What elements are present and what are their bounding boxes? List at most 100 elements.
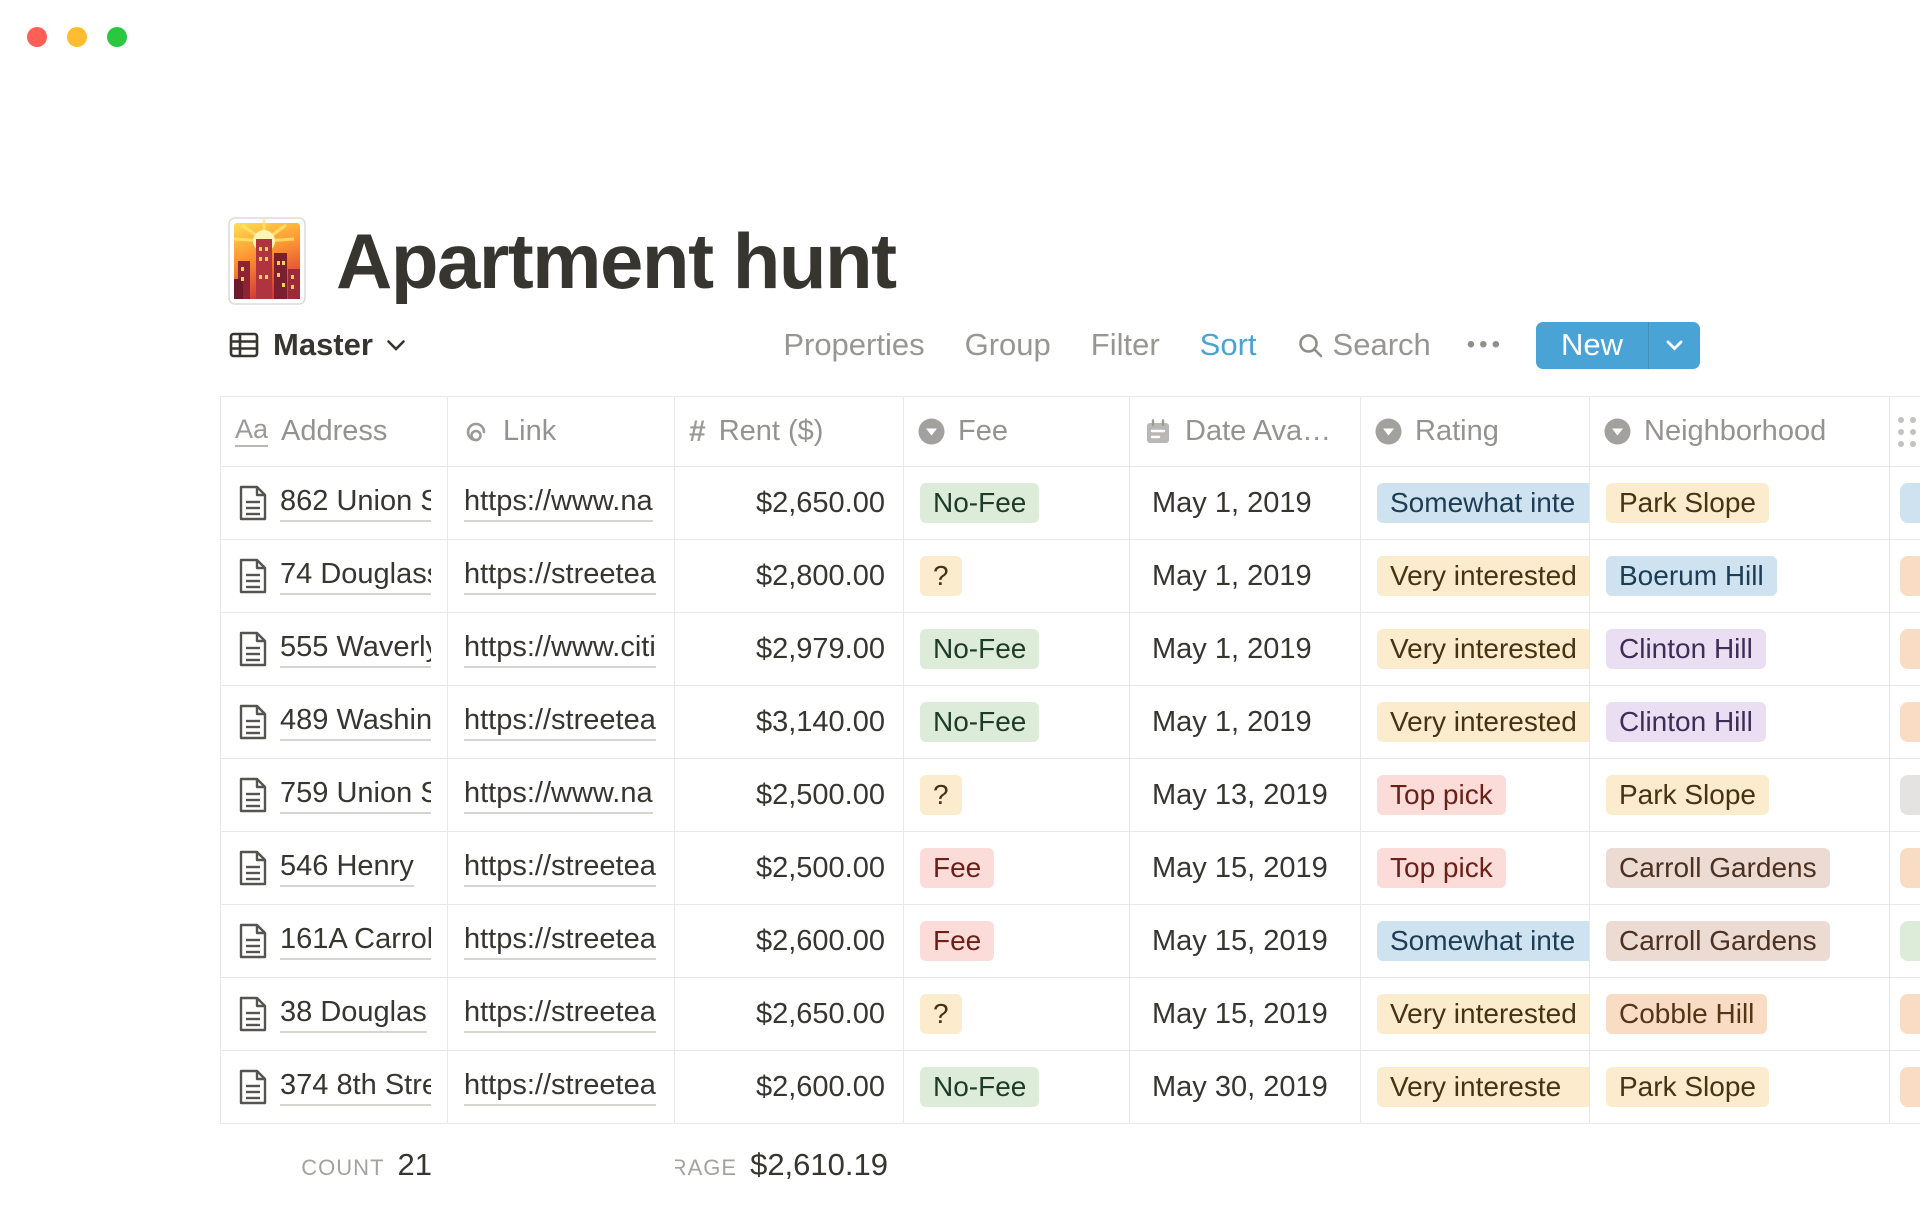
cell-rent[interactable]: $2,650.00 — [675, 467, 904, 539]
group-button[interactable]: Group — [965, 327, 1051, 363]
sort-button[interactable]: Sort — [1200, 327, 1257, 363]
cell-rent[interactable]: $3,140.00 — [675, 686, 904, 758]
cell-neighborhood[interactable]: Boerum Hill — [1590, 540, 1890, 612]
address-link[interactable]: 546 Henry — [280, 850, 414, 887]
cell-neighborhood[interactable]: Carroll Gardens — [1590, 905, 1890, 977]
address-link[interactable]: 374 8th Street — [280, 1069, 431, 1106]
cell-extra[interactable] — [1890, 613, 1920, 685]
cell-rating[interactable]: Very intereste — [1361, 1051, 1590, 1123]
cell-link[interactable]: https://streetea — [448, 832, 675, 904]
cell-fee[interactable]: No-Fee — [904, 613, 1130, 685]
column-header-rent[interactable]: # Rent ($) — [675, 397, 904, 466]
cell-extra[interactable] — [1890, 978, 1920, 1050]
cell-extra[interactable] — [1890, 759, 1920, 831]
cell-fee[interactable]: No-Fee — [904, 467, 1130, 539]
new-button[interactable]: New — [1536, 322, 1700, 369]
cell-date[interactable]: May 13, 2019 — [1130, 759, 1361, 831]
url-link[interactable]: https://streetea — [464, 704, 656, 741]
cell-fee[interactable]: No-Fee — [904, 1051, 1130, 1123]
cell-fee[interactable]: No-Fee — [904, 686, 1130, 758]
url-link[interactable]: https://www.na — [464, 485, 653, 522]
cell-address[interactable]: 161A Carroll St — [220, 905, 448, 977]
cell-date[interactable]: May 15, 2019 — [1130, 832, 1361, 904]
column-header-link[interactable]: Link — [448, 397, 675, 466]
new-dropdown-button[interactable] — [1649, 340, 1700, 351]
cell-address[interactable]: 546 Henry — [220, 832, 448, 904]
cell-address[interactable]: 38 Douglas — [220, 978, 448, 1050]
cell-rent[interactable]: $2,979.00 — [675, 613, 904, 685]
column-header-date[interactable]: Date Ava… — [1130, 397, 1361, 466]
table-row[interactable]: 862 Union Stre https://www.na $2,650.00 … — [220, 467, 1920, 540]
cell-date[interactable]: May 30, 2019 — [1130, 1051, 1361, 1123]
cell-rating[interactable]: Very interested — [1361, 978, 1590, 1050]
cell-link[interactable]: https://streetea — [448, 686, 675, 758]
cell-extra[interactable] — [1890, 832, 1920, 904]
url-link[interactable]: https://streetea — [464, 558, 656, 595]
cell-fee[interactable]: ? — [904, 540, 1130, 612]
address-link[interactable]: 161A Carroll St — [280, 923, 431, 960]
cell-date[interactable]: May 1, 2019 — [1130, 686, 1361, 758]
filter-button[interactable]: Filter — [1091, 327, 1160, 363]
footer-count-cell[interactable]: COUNT 21 — [220, 1124, 448, 1206]
url-link[interactable]: https://www.citi — [464, 631, 656, 668]
cell-rent[interactable]: $2,500.00 — [675, 759, 904, 831]
cell-neighborhood[interactable]: Clinton Hill — [1590, 686, 1890, 758]
cell-date[interactable]: May 15, 2019 — [1130, 978, 1361, 1050]
cell-rent[interactable]: $2,600.00 — [675, 905, 904, 977]
address-link[interactable]: 759 Union Stre — [280, 777, 431, 814]
cell-date[interactable]: May 1, 2019 — [1130, 613, 1361, 685]
table-row[interactable]: 74 Douglass St https://streetea $2,800.0… — [220, 540, 1920, 613]
search-button[interactable]: Search — [1297, 327, 1431, 363]
cell-address[interactable]: 759 Union Stre — [220, 759, 448, 831]
cell-neighborhood[interactable]: Park Slope — [1590, 759, 1890, 831]
cell-rating[interactable]: Top pick — [1361, 759, 1590, 831]
table-row[interactable]: 546 Henry https://streetea $2,500.00 Fee… — [220, 832, 1920, 905]
cell-rating[interactable]: Somewhat inte — [1361, 467, 1590, 539]
cell-link[interactable]: https://www.na — [448, 759, 675, 831]
zoom-button[interactable] — [107, 27, 127, 47]
table-row[interactable]: 555 Waverly A https://www.citi $2,979.00… — [220, 613, 1920, 686]
cell-neighborhood[interactable]: Carroll Gardens — [1590, 832, 1890, 904]
table-row[interactable]: 161A Carroll St https://streetea $2,600.… — [220, 905, 1920, 978]
cell-neighborhood[interactable]: Cobble Hill — [1590, 978, 1890, 1050]
cell-rating[interactable]: Very interested — [1361, 686, 1590, 758]
cell-address[interactable]: 74 Douglass St — [220, 540, 448, 612]
cell-link[interactable]: https://streetea — [448, 905, 675, 977]
cell-address[interactable]: 374 8th Street — [220, 1051, 448, 1123]
cell-link[interactable]: https://streetea — [448, 1051, 675, 1123]
cell-neighborhood[interactable]: Park Slope — [1590, 467, 1890, 539]
cell-address[interactable]: 555 Waverly A — [220, 613, 448, 685]
cell-neighborhood[interactable]: Clinton Hill — [1590, 613, 1890, 685]
cell-fee[interactable]: ? — [904, 978, 1130, 1050]
close-button[interactable] — [27, 27, 47, 47]
cell-extra[interactable] — [1890, 1051, 1920, 1123]
address-link[interactable]: 862 Union Stre — [280, 485, 431, 522]
cell-rating[interactable]: Very interested — [1361, 613, 1590, 685]
address-link[interactable]: 38 Douglas — [280, 996, 427, 1033]
column-header-more[interactable] — [1890, 397, 1920, 466]
cell-rating[interactable]: Top pick — [1361, 832, 1590, 904]
cell-rent[interactable]: $2,600.00 — [675, 1051, 904, 1123]
cell-link[interactable]: https://streetea — [448, 540, 675, 612]
cell-fee[interactable]: Fee — [904, 832, 1130, 904]
url-link[interactable]: https://streetea — [464, 1069, 656, 1106]
cell-extra[interactable] — [1890, 905, 1920, 977]
more-options-button[interactable]: ••• — [1467, 331, 1504, 359]
url-link[interactable]: https://streetea — [464, 923, 656, 960]
table-row[interactable]: 38 Douglas https://streetea $2,650.00 ? … — [220, 978, 1920, 1051]
table-row[interactable]: 489 Washingto https://streetea $3,140.00… — [220, 686, 1920, 759]
url-link[interactable]: https://streetea — [464, 850, 656, 887]
cell-extra[interactable] — [1890, 467, 1920, 539]
column-header-fee[interactable]: Fee — [904, 397, 1130, 466]
minimize-button[interactable] — [67, 27, 87, 47]
column-header-address[interactable]: Aa Address — [220, 397, 448, 466]
column-header-neighborhood[interactable]: Neighborhood — [1590, 397, 1890, 466]
url-link[interactable]: https://www.na — [464, 777, 653, 814]
cell-link[interactable]: https://www.na — [448, 467, 675, 539]
column-header-rating[interactable]: Rating — [1361, 397, 1590, 466]
cell-date[interactable]: May 1, 2019 — [1130, 467, 1361, 539]
cell-rating[interactable]: Somewhat inte — [1361, 905, 1590, 977]
cell-extra[interactable] — [1890, 540, 1920, 612]
cell-address[interactable]: 489 Washingto — [220, 686, 448, 758]
cell-fee[interactable]: Fee — [904, 905, 1130, 977]
